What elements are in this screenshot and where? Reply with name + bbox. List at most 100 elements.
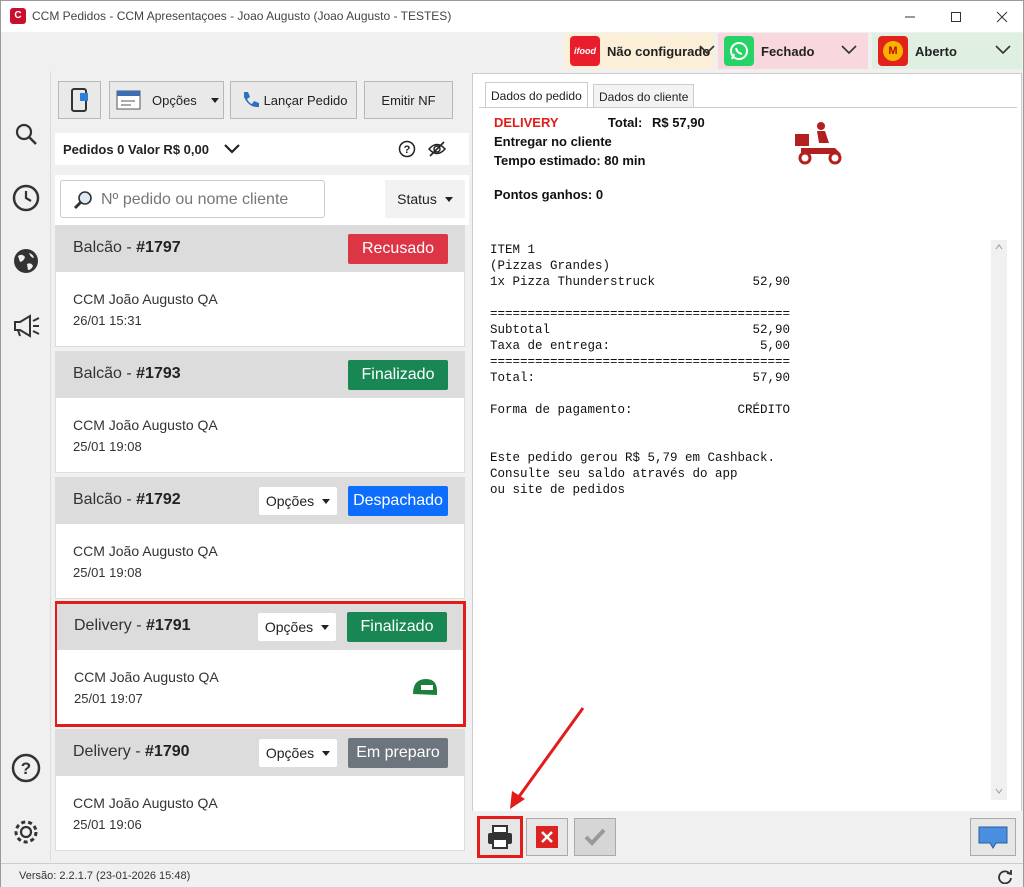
order-customer: CCM João Augusto QA: [73, 417, 218, 433]
order-datetime: 25/01 19:06: [73, 817, 142, 832]
order-datetime: 25/01 19:08: [73, 565, 142, 580]
emit-nf-button[interactable]: Emitir NF: [364, 81, 453, 119]
tab-order-data[interactable]: Dados do pedido: [485, 82, 588, 108]
order-customer: CCM João Augusto QA: [73, 291, 218, 307]
ifood-status[interactable]: ifood Não configurado: [564, 33, 716, 69]
megaphone-icon[interactable]: [11, 311, 41, 341]
chat-bubble-icon: [978, 826, 1008, 849]
orders-summary[interactable]: Pedidos 0 Valor R$ 0,00 ?: [55, 133, 469, 165]
refresh-icon[interactable]: [997, 868, 1013, 884]
order-options-button[interactable]: Opções: [257, 612, 337, 642]
caret-down-icon: [210, 97, 219, 103]
order-info: DELIVERY Total: R$ 57,90 Entregar no cli…: [494, 113, 705, 204]
order-status-badge: Despachado: [348, 486, 448, 516]
order-number: #1791: [146, 617, 191, 634]
chevron-down-icon[interactable]: [223, 142, 241, 156]
total-value: R$ 57,90: [651, 115, 705, 130]
order-card[interactable]: Delivery - #1791 Opções Finalizado CCM João…: [55, 601, 466, 727]
settings-gear-icon[interactable]: [11, 817, 41, 847]
receipt-text: ITEM 1 (Pizzas Grandes) 1x Pizza Thunder…: [490, 243, 791, 497]
order-title: Balcão - #1797: [73, 239, 181, 256]
minimize-button[interactable]: [887, 1, 933, 32]
store-status-label: Aberto: [915, 43, 957, 59]
sidebar: ?: [1, 71, 51, 861]
order-title: Delivery - #1791: [74, 617, 191, 634]
history-clock-icon[interactable]: [11, 183, 41, 213]
help-circle-icon[interactable]: ?: [398, 140, 416, 158]
options-label: Opções: [152, 92, 197, 108]
order-card-header: Delivery - #1791 Opções Finalizado: [57, 604, 463, 650]
cancel-order-button[interactable]: [526, 818, 568, 856]
order-options-button[interactable]: Opções: [258, 486, 338, 516]
ifood-logo-icon: ifood: [570, 36, 600, 66]
receipt-scrollbar[interactable]: [991, 240, 1007, 800]
device-button[interactable]: [58, 81, 101, 119]
globe-icon[interactable]: [11, 246, 41, 276]
status-filter-dropdown[interactable]: Status: [385, 180, 465, 218]
order-status-badge: Finalizado: [348, 360, 448, 390]
order-customer: CCM João Augusto QA: [73, 543, 218, 559]
order-card[interactable]: Balcão - #1797 Recusado CCM João Augusto Q…: [55, 225, 465, 347]
caret-down-icon: [322, 750, 331, 756]
print-button[interactable]: [477, 816, 523, 858]
order-card[interactable]: Balcão - #1793 Finalizado CCM João Augusto…: [55, 351, 465, 473]
order-status-badge: Recusado: [348, 234, 448, 264]
close-x-icon: [536, 826, 558, 848]
status-bar: Versão: 2.2.1.7 (23-01-2026 15:48): [1, 863, 1023, 887]
status-filter-label: Status: [397, 191, 437, 207]
order-card[interactable]: Delivery - #1790 Opções Em preparo CCM João…: [55, 729, 465, 851]
total-label: Total:: [607, 115, 643, 130]
launch-order-label: Lançar Pedido: [263, 92, 348, 108]
app-window: C CCM Pedidos - CCM Apresentaçoes - Joao…: [0, 0, 1024, 887]
order-type: Delivery: [74, 617, 132, 634]
order-card-header: Balcão - #1793 Finalizado: [56, 352, 464, 398]
maximize-button[interactable]: [933, 1, 979, 32]
order-search-input[interactable]: Nº pedido ou nome cliente: [60, 180, 325, 218]
order-status-badge: Em preparo: [348, 738, 448, 768]
order-options-button[interactable]: Opções: [258, 738, 338, 768]
scroll-down-icon: [995, 788, 1003, 794]
window-list-icon: [116, 90, 141, 110]
order-detail-pane: Dados do pedido Dados do cliente DELIVER…: [472, 73, 1022, 859]
caret-down-icon: [444, 196, 453, 202]
order-filter: Nº pedido ou nome cliente Status: [55, 175, 469, 225]
magnifier-icon: [73, 191, 92, 210]
order-card-header: Balcão - #1797 Recusado: [56, 226, 464, 272]
order-number: #1797: [136, 239, 181, 256]
version-text: Versão: 2.2.1.7 (23-01-2026 15:48): [19, 870, 191, 882]
tab-customer-data[interactable]: Dados do cliente: [593, 84, 695, 108]
chat-button[interactable]: [970, 818, 1016, 856]
points-earned: Pontos ganhos: 0: [494, 187, 604, 202]
order-type: Balcão: [73, 491, 122, 508]
tab-divider: [479, 107, 1017, 108]
store-status[interactable]: M Aberto: [872, 33, 1022, 69]
close-window-button[interactable]: [979, 1, 1024, 32]
maximize-icon: [951, 11, 961, 22]
chevron-down-icon[interactable]: [994, 43, 1012, 57]
order-number: #1793: [136, 365, 181, 382]
order-customer: CCM João Augusto QA: [74, 669, 219, 685]
launch-order-button[interactable]: Lançar Pedido: [230, 81, 357, 119]
emit-nf-label: Emitir NF: [381, 92, 436, 108]
chevron-down-icon[interactable]: [698, 43, 716, 57]
window-title: CCM Pedidos - CCM Apresentaçoes - Joao A…: [32, 9, 452, 23]
svg-text:?: ?: [21, 759, 31, 778]
mobile-device-icon: [70, 88, 88, 112]
orders-panel: Opções Lançar Pedido Emitir NF Pedidos 0…: [52, 71, 470, 861]
eye-slash-icon[interactable]: [427, 140, 447, 158]
printer-icon: [488, 825, 512, 849]
order-card[interactable]: Balcão - #1792 Opções Despachado CCM João A…: [55, 477, 465, 599]
order-number: #1792: [136, 491, 181, 508]
minimize-icon: [905, 16, 915, 17]
order-type: Balcão: [73, 365, 122, 382]
whatsapp-status[interactable]: Fechado: [718, 33, 868, 69]
orders-list: Balcão - #1797 Recusado CCM João Augusto Q…: [55, 225, 469, 861]
order-title: Delivery - #1790: [73, 743, 190, 760]
options-dropdown-button[interactable]: Opções: [109, 81, 224, 119]
help-icon[interactable]: ?: [11, 753, 41, 783]
receipt-panel: ITEM 1 (Pizzas Grandes) 1x Pizza Thunder…: [485, 240, 1007, 800]
chevron-down-icon[interactable]: [840, 43, 858, 57]
search-icon[interactable]: [11, 119, 41, 149]
confirm-order-button[interactable]: [574, 818, 616, 856]
order-type: Balcão: [73, 239, 122, 256]
